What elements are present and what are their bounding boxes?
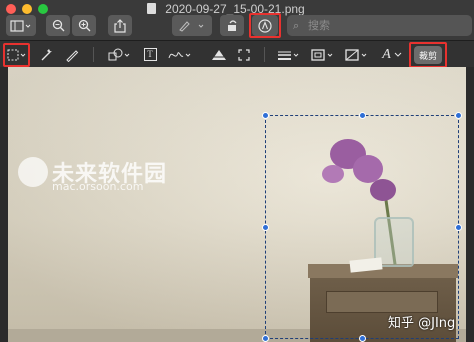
- text-tool[interactable]: T: [142, 44, 158, 65]
- zoom-out-icon: [52, 19, 64, 32]
- zoom-out-button[interactable]: [46, 15, 70, 36]
- adjust-color-tool[interactable]: [210, 44, 228, 65]
- selection-handle[interactable]: [262, 335, 269, 342]
- toolbar-divider: [93, 47, 94, 62]
- sidebar-toggle-button[interactable]: [6, 15, 36, 36]
- selection-handle[interactable]: [262, 224, 269, 231]
- crop-button-highlight: [409, 42, 447, 68]
- sketch-tool[interactable]: [63, 44, 81, 65]
- watermark-url: mac.orsoon.com: [52, 180, 144, 193]
- markup-toolbar: T A 裁剪: [0, 40, 474, 68]
- rotate-button[interactable]: [220, 15, 244, 36]
- pen-tool-menu[interactable]: [172, 15, 212, 36]
- chevron-down-icon: [394, 52, 402, 57]
- zoom-window-button[interactable]: [38, 4, 48, 14]
- shapes-tool[interactable]: [108, 44, 132, 65]
- search-input[interactable]: [308, 15, 468, 36]
- magic-wand-icon: [41, 48, 52, 60]
- line-style-menu[interactable]: [276, 44, 302, 65]
- watermark-logo: [18, 157, 48, 187]
- text-style-menu[interactable]: A: [378, 44, 406, 65]
- toolbar-divider: [264, 47, 265, 62]
- minimize-window-button[interactable]: [22, 4, 32, 14]
- sign-icon: [168, 51, 191, 58]
- rotate-icon: [227, 20, 236, 31]
- document-icon: [147, 3, 156, 14]
- sidebar-icon: [10, 19, 31, 32]
- share-icon: [114, 18, 126, 33]
- sign-tool[interactable]: [168, 44, 192, 65]
- selection-handle[interactable]: [359, 335, 366, 342]
- border-color-icon: [311, 48, 333, 61]
- fill-color-icon: [345, 48, 367, 61]
- selection-handle[interactable]: [262, 112, 269, 119]
- text-icon: T: [143, 48, 157, 61]
- adjust-size-tool[interactable]: [236, 44, 252, 65]
- resize-icon: [238, 48, 250, 61]
- selection-tool-highlight: [3, 43, 30, 67]
- line-style-icon: [278, 51, 299, 60]
- adjust-color-icon: [211, 49, 227, 60]
- selection-handle[interactable]: [359, 112, 366, 119]
- crop-selection[interactable]: [262, 112, 462, 342]
- credit-text: 知乎 @JIng: [388, 316, 456, 331]
- image-canvas[interactable]: 未来软件园 mac.orsoon.com 知乎 @JIng: [8, 67, 466, 342]
- markup-highlight: [249, 13, 281, 38]
- shapes-icon: [108, 48, 130, 60]
- border-color-menu[interactable]: [310, 44, 336, 65]
- sketch-icon: [66, 49, 79, 62]
- window-title: 2020-09-27_15-00-21.png: [165, 2, 305, 16]
- zoom-in-button[interactable]: [72, 15, 96, 36]
- share-button[interactable]: [108, 15, 132, 36]
- selection-handle[interactable]: [455, 112, 462, 119]
- fill-color-menu[interactable]: [344, 44, 370, 65]
- pen-icon: [179, 20, 204, 32]
- zoom-in-icon: [78, 19, 90, 32]
- search-icon: ⌕: [293, 19, 300, 32]
- title-bar: 2020-09-27_15-00-21.png ⌕: [0, 0, 474, 40]
- font-icon: A: [382, 46, 391, 62]
- search-field[interactable]: ⌕: [287, 15, 472, 36]
- close-window-button[interactable]: [6, 4, 16, 14]
- selection-handle[interactable]: [455, 224, 462, 231]
- instant-alpha-tool[interactable]: [37, 44, 55, 65]
